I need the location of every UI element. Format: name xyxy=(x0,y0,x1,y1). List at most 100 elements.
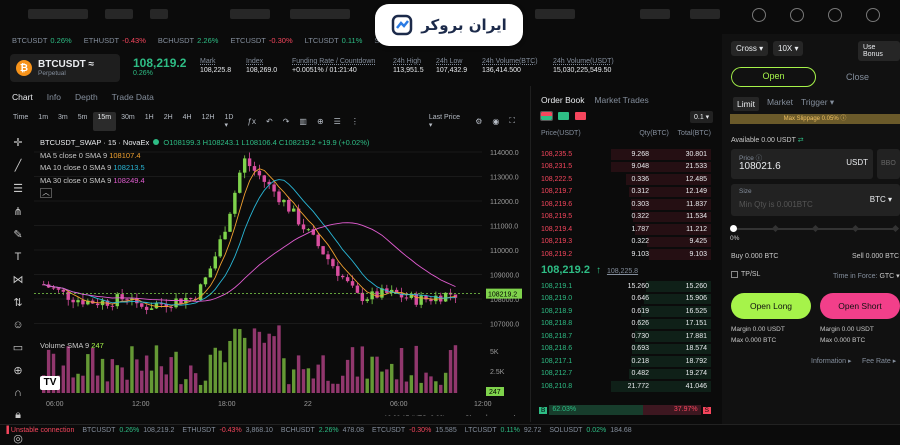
price-input[interactable]: 108021.6 xyxy=(739,161,781,172)
orderbook-row[interactable]: 108,219.4 1.787 11.212 xyxy=(537,223,711,236)
orderbook-row[interactable]: 108,218.6 0.693 18.574 xyxy=(537,343,711,356)
time-in-force[interactable]: Time in Force: GTC ▾ xyxy=(833,272,900,280)
interval-10[interactable]: 1D ▾ xyxy=(219,112,242,131)
orderbook-tab[interactable]: Order Book xyxy=(541,95,584,105)
tif-value[interactable]: GTC ▾ xyxy=(879,273,899,280)
pattern-icon[interactable]: ⋈ xyxy=(13,273,24,286)
crosshair-icon[interactable]: ✛ xyxy=(13,136,22,149)
ticker-item[interactable]: ETCUSDT -0.30% xyxy=(230,36,292,48)
undo-icon[interactable]: ↶ xyxy=(261,117,278,126)
download-icon[interactable] xyxy=(790,8,804,22)
price-mode-select[interactable]: Last Price ▾ xyxy=(424,112,470,131)
tpsl-checkbox[interactable]: TP/SL xyxy=(731,271,760,278)
scale-option[interactable]: auto xyxy=(506,415,520,416)
chart-tab[interactable]: Chart xyxy=(12,92,33,102)
globe-icon[interactable] xyxy=(866,8,880,22)
lock-icon[interactable]: 🔒︎ xyxy=(15,409,21,422)
orderbook-row[interactable]: 108,219.5 0.322 11.534 xyxy=(537,211,711,224)
symbol-selector[interactable]: ₿ BTCUSDT ≈ Perpetual xyxy=(10,54,120,82)
order-type-tab[interactable]: Market xyxy=(767,97,793,111)
margin-mode-select[interactable]: Cross ▾ xyxy=(731,41,769,56)
footer-ticker-item[interactable]: BTCUSDT 0.26% 108,219.2 xyxy=(82,427,174,434)
trendline-icon[interactable]: ╱ xyxy=(15,159,22,172)
footer-ticker-item[interactable]: LTCUSDT 0.11% 92.72 xyxy=(465,427,542,434)
orderbook-row[interactable]: 108,235.5 9.268 30.801 xyxy=(537,148,711,161)
open-tab[interactable]: Open xyxy=(731,67,816,87)
orderbook-row[interactable]: 108,217.1 0.218 18.792 xyxy=(537,355,711,368)
information-link[interactable]: Information ▸ xyxy=(811,357,851,365)
ticker-item[interactable]: LTCUSDT 0.11% xyxy=(305,36,363,48)
close-tab[interactable]: Close xyxy=(816,67,899,87)
footer-ticker-item[interactable]: SOLUSDT 0.02% 184.68 xyxy=(549,427,631,434)
horizontal-line-icon[interactable]: ☰ xyxy=(13,182,23,195)
candle-type-icon[interactable]: ▥ xyxy=(294,117,312,126)
transfer-icon[interactable]: ⇄ xyxy=(798,137,804,144)
scale-option[interactable]: % xyxy=(466,415,472,416)
ruler-icon[interactable]: ▭ xyxy=(13,341,23,354)
text-tool-icon[interactable]: T xyxy=(15,251,22,263)
brush-icon[interactable]: ✎ xyxy=(13,228,22,241)
interval-8[interactable]: 4H xyxy=(178,112,197,131)
ticker-item[interactable]: ETHUSDT -0.43% xyxy=(84,36,146,48)
footer-ticker-item[interactable]: ETCUSDT -0.30% 15.585 xyxy=(372,427,457,434)
interval-6[interactable]: 1H xyxy=(140,112,159,131)
interval-5[interactable]: 30m xyxy=(116,112,140,131)
settings-icon[interactable]: ⚙ xyxy=(470,117,487,126)
pitchfork-icon[interactable]: ⋔ xyxy=(13,205,22,218)
orderbook-tab[interactable]: Market Trades xyxy=(594,95,648,105)
both-sides-icon[interactable] xyxy=(540,111,553,121)
user-icon[interactable] xyxy=(752,8,766,22)
footer-ticker-item[interactable]: BCHUSDT 2.26% 478.08 xyxy=(281,427,364,434)
orderbook-row[interactable]: 108,219.3 0.322 9.425 xyxy=(537,236,711,249)
order-type-tab[interactable]: Trigger ▾ xyxy=(801,97,834,111)
precision-select[interactable]: 0.1 ▾ xyxy=(690,111,714,123)
price-field[interactable]: Price ⓘ 108021.6 USDT xyxy=(731,149,873,179)
emoji-icon[interactable]: ☺ xyxy=(12,319,23,331)
orderbook-row[interactable]: 108,219.0 0.646 15.906 xyxy=(537,293,711,306)
interval-4[interactable]: 15m xyxy=(92,111,117,131)
orderbook-row[interactable]: 108,218.9 0.619 16.525 xyxy=(537,305,711,318)
interval-3[interactable]: 5m xyxy=(73,112,93,131)
slider-thumb[interactable] xyxy=(730,225,737,232)
asks-only-icon[interactable] xyxy=(575,112,586,120)
orderbook-row[interactable]: 108,219.2 9.103 9.103 xyxy=(537,248,711,261)
redo-icon[interactable]: ↷ xyxy=(278,117,295,126)
orderbook-row[interactable]: 108,218.8 0.626 17.151 xyxy=(537,318,711,331)
checkbox-icon[interactable] xyxy=(731,271,738,278)
layout-icon[interactable]: ☰ xyxy=(329,117,346,126)
orderbook-row[interactable]: 108,231.5 9.048 21.533 xyxy=(537,161,711,174)
ticker-item[interactable]: BTCUSDT 0.26% xyxy=(12,36,72,48)
compare-icon[interactable]: ⊕ xyxy=(312,117,329,126)
interval-1[interactable]: 1m xyxy=(33,112,53,131)
interval-2[interactable]: 3m xyxy=(53,112,73,131)
size-unit-select[interactable]: BTC ▾ xyxy=(870,195,892,204)
size-field[interactable]: Size Min Qty is 0.001BTC BTC ▾ xyxy=(731,184,900,216)
magnet-icon[interactable]: ∩ xyxy=(14,387,22,399)
fee-rate-link[interactable]: Fee Rate ▸ xyxy=(862,357,896,365)
slippage-banner[interactable]: Max Slippage 0.05% ⓘ xyxy=(730,114,900,124)
chart-tab[interactable]: Info xyxy=(47,92,61,102)
zoom-icon[interactable]: ⊕ xyxy=(13,364,22,377)
footer-ticker-item[interactable]: ETHUSDT -0.43% 3,868.10 xyxy=(182,427,273,434)
settings-icon[interactable] xyxy=(828,8,842,22)
collapse-legend-icon[interactable]: ︿ xyxy=(40,188,52,198)
interval-7[interactable]: 2H xyxy=(159,112,178,131)
open-short-button[interactable]: Open Short xyxy=(820,293,900,319)
fullscreen-icon[interactable]: ⛶ xyxy=(504,116,520,126)
forecast-icon[interactable]: ⇅ xyxy=(13,296,22,309)
ticker-item[interactable]: BCHUSDT 2.26% xyxy=(158,36,219,48)
orderbook-row[interactable]: 108,212.7 0.482 19.274 xyxy=(537,368,711,381)
bbo-button[interactable]: BBO xyxy=(877,149,900,179)
order-type-tab[interactable]: Limit xyxy=(733,97,759,111)
orderbook-row[interactable]: 108,219.7 0.312 12.149 xyxy=(537,186,711,199)
size-slider[interactable] xyxy=(730,224,900,233)
camera-icon[interactable]: ◉ xyxy=(487,117,504,126)
orderbook-row[interactable]: 108,218.7 0.730 17.881 xyxy=(537,330,711,343)
orderbook-row[interactable]: 108,219.6 0.303 11.837 xyxy=(537,198,711,211)
open-long-button[interactable]: Open Long xyxy=(731,293,811,319)
chart-tab[interactable]: Depth xyxy=(75,92,98,102)
template-icon[interactable]: ⋮ xyxy=(346,117,364,126)
orderbook-row[interactable]: 108,222.5 0.336 12.485 xyxy=(537,173,711,186)
size-input[interactable]: Min Qty is 0.001BTC xyxy=(739,200,813,209)
bids-only-icon[interactable] xyxy=(558,112,569,120)
